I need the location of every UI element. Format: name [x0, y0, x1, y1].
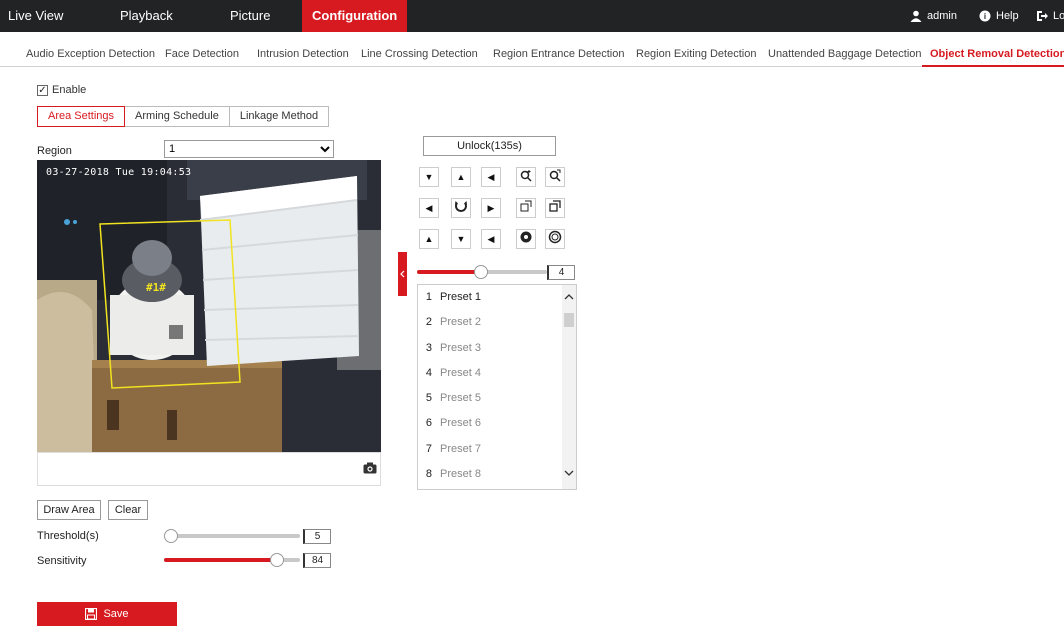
scroll-down-icon[interactable] — [564, 469, 574, 477]
preset-list: 1 Preset 1 2 Preset 2 3 Preset 3 4 Preset 4 … — [417, 284, 577, 490]
zoom-out-button[interactable] — [545, 167, 565, 187]
video-scene — [37, 160, 381, 452]
sensitivity-value[interactable]: 84 — [303, 553, 331, 568]
step-linkage-method[interactable]: Linkage Method — [228, 106, 330, 127]
unlock-button[interactable]: Unlock(135s) — [423, 136, 556, 156]
nav-configuration[interactable]: Configuration — [302, 0, 408, 32]
save-button[interactable]: Save — [37, 602, 177, 626]
ptz-collapse-handle[interactable] — [398, 252, 407, 296]
threshold-value[interactable]: 5 — [303, 529, 331, 544]
nav-live-view[interactable]: Live View — [8, 0, 63, 32]
ptz-up[interactable]: ▲ — [451, 167, 471, 187]
logout-link[interactable]: Lo — [1036, 0, 1064, 32]
save-icon — [85, 608, 98, 620]
logout-icon — [1037, 11, 1048, 21]
iris-open-button[interactable] — [516, 229, 536, 249]
focus-near-button[interactable] — [516, 198, 536, 218]
threshold-track — [170, 534, 300, 538]
top-navigation-bar: Live View Playback Picture Configuration… — [0, 0, 1064, 32]
tab-face-detection[interactable]: Face Detection — [165, 43, 239, 67]
help-link[interactable]: i Help — [979, 0, 1019, 32]
iris-open-icon — [520, 231, 532, 243]
ptz-speed-fill — [417, 270, 482, 274]
camera-icon[interactable] — [363, 462, 377, 474]
preset-row[interactable]: 6 Preset 6 — [418, 411, 576, 436]
user-name: admin — [927, 10, 957, 22]
focus-far-button[interactable] — [545, 198, 565, 218]
focus-near-icon — [520, 200, 532, 212]
draw-area-button[interactable]: Draw Area — [37, 500, 101, 520]
region-select[interactable]: 1 — [164, 140, 334, 158]
step-area-settings[interactable]: Area Settings — [37, 106, 126, 127]
step-arming-schedule[interactable]: Arming Schedule — [124, 106, 230, 127]
tab-object-removal[interactable]: Object Removal Detection — [922, 43, 1064, 67]
scroll-up-icon[interactable] — [564, 293, 574, 301]
preset-row[interactable]: 5 Preset 5 — [418, 386, 576, 411]
enable-checkbox[interactable]: ✓ — [37, 84, 48, 96]
preset-scrollbar[interactable] — [562, 285, 576, 489]
threshold-label: Threshold(s) — [37, 530, 99, 542]
user-icon — [910, 10, 922, 22]
nav-playback[interactable]: Playback — [120, 0, 173, 32]
video-timestamp: 03-27-2018 Tue 19:04:53 — [46, 167, 192, 178]
zoom-out-icon — [549, 169, 561, 182]
preset-row[interactable]: 7 Preset 7 — [418, 437, 576, 462]
sensitivity-knob[interactable] — [270, 553, 284, 567]
sensitivity-fill — [164, 558, 278, 562]
iris-close-button[interactable] — [545, 229, 565, 249]
ptz-up-right[interactable]: ◀ — [481, 167, 501, 187]
sensitivity-label: Sensitivity — [37, 555, 87, 567]
tab-region-entrance[interactable]: Region Entrance Detection — [493, 43, 624, 67]
tab-region-exiting[interactable]: Region Exiting Detection — [636, 43, 756, 67]
focus-far-icon — [549, 200, 561, 212]
region-tag: #1# — [146, 281, 166, 294]
svg-text:i: i — [984, 12, 986, 21]
preset-rows: 1 Preset 1 2 Preset 2 3 Preset 3 4 Preset 4 … — [418, 285, 576, 487]
tab-unattended-baggage[interactable]: Unattended Baggage Detection — [768, 43, 922, 67]
region-label: Region — [37, 145, 72, 157]
ptz-down-right[interactable]: ◀ — [481, 229, 501, 249]
nav-picture[interactable]: Picture — [230, 0, 270, 32]
auto-pan-icon — [455, 201, 467, 212]
ptz-down-left[interactable]: ▲ — [419, 229, 439, 249]
tab-intrusion-detection[interactable]: Intrusion Detection — [257, 43, 349, 67]
ptz-auto-pan[interactable] — [451, 198, 471, 218]
help-icon: i — [979, 10, 991, 22]
detection-tabs: Audio Exception Detection Face Detection… — [0, 43, 1064, 67]
clear-button[interactable]: Clear — [108, 500, 148, 520]
iris-close-icon — [548, 230, 562, 244]
preset-row[interactable]: 3 Preset 3 — [418, 336, 576, 361]
logout-label: Lo — [1053, 10, 1064, 22]
collapse-arrow-icon — [400, 270, 405, 278]
ptz-right[interactable]: ▶ — [481, 198, 501, 218]
user-menu[interactable]: admin — [910, 0, 957, 32]
preset-row[interactable]: 2 Preset 2 — [418, 310, 576, 335]
preset-row[interactable]: 4 Preset 4 — [418, 361, 576, 386]
ptz-left[interactable]: ◀ — [419, 198, 439, 218]
ptz-up-left[interactable]: ▼ — [419, 167, 439, 187]
preset-scroll-thumb[interactable] — [564, 313, 574, 327]
threshold-knob[interactable] — [164, 529, 178, 543]
enable-checkbox-row[interactable]: ✓ Enable — [37, 84, 86, 96]
ptz-down[interactable]: ▼ — [451, 229, 471, 249]
ptz-speed-value[interactable]: 4 — [547, 265, 575, 280]
zoom-in-icon — [520, 170, 532, 182]
preset-row[interactable]: 1 Preset 1 — [418, 285, 576, 310]
settings-steps: Area Settings Arming Schedule Linkage Me… — [37, 106, 330, 127]
enable-label: Enable — [52, 84, 87, 96]
help-label: Help — [996, 10, 1019, 22]
zoom-in-button[interactable] — [516, 167, 536, 187]
live-video-preview[interactable]: 03-27-2018 Tue 19:04:53 #1# — [37, 160, 381, 452]
save-label: Save — [103, 608, 129, 620]
tab-line-crossing[interactable]: Line Crossing Detection — [361, 43, 478, 67]
tab-audio-exception[interactable]: Audio Exception Detection — [26, 43, 155, 67]
ptz-speed-knob[interactable] — [474, 265, 488, 279]
preset-row[interactable]: 8 Preset 8 — [418, 462, 576, 487]
video-toolbar — [37, 452, 381, 486]
